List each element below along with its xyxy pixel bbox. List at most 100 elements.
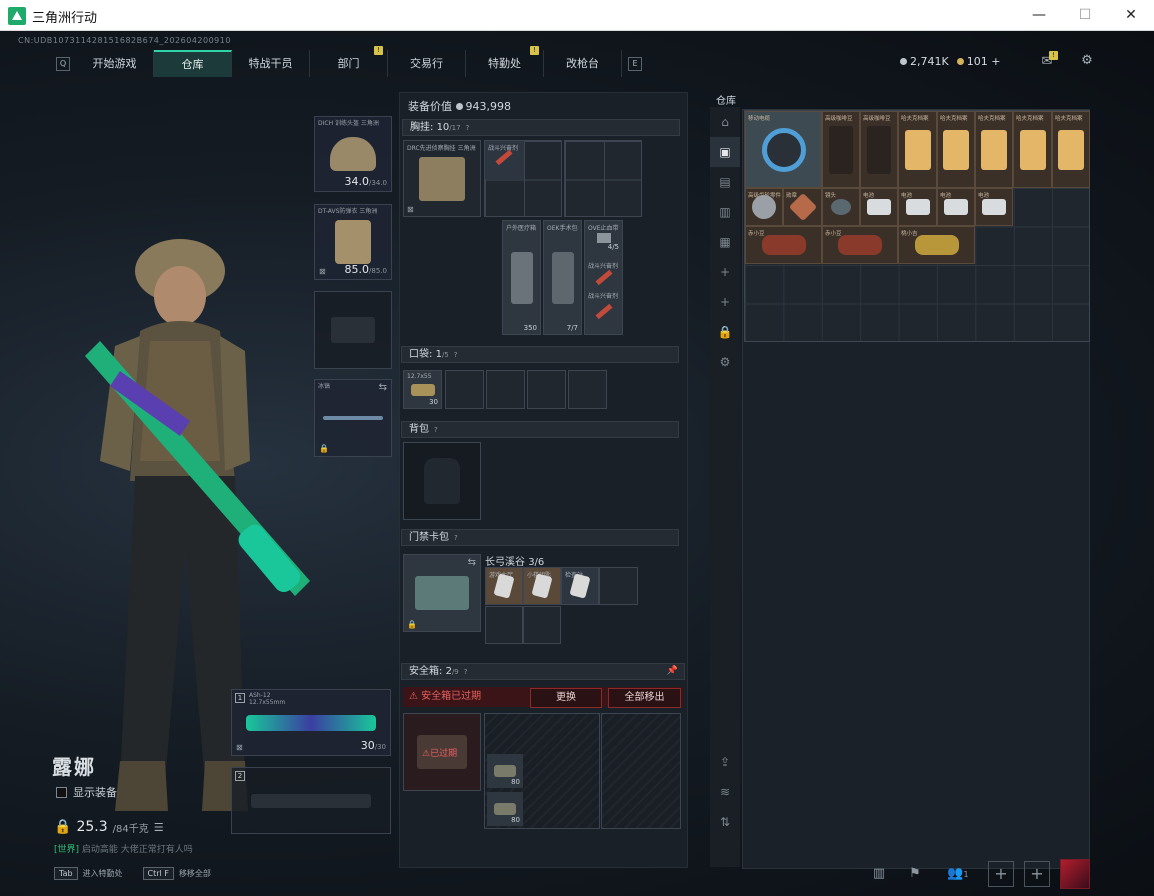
sidebar-page-4-icon[interactable]: ▦ — [710, 227, 740, 257]
window-titlebar: 三角洲行动 — ☐ ✕ — [0, 0, 1154, 31]
settings-gear-icon[interactable]: ⚙ — [1078, 53, 1096, 69]
warehouse-item[interactable]: 高级齿轮零件 — [745, 188, 783, 226]
nav-next-key[interactable]: E — [628, 56, 642, 71]
tourniquet-item[interactable]: OVE止血带 4/5 战斗兴奋剂 战斗兴奋剂 — [584, 220, 623, 335]
warehouse-grid[interactable]: 移动电缆 高级咖啡豆 高级咖啡豆 哈夫克档案 哈夫克档案 哈夫克档案 哈夫克档案… — [744, 110, 1090, 342]
warehouse-item[interactable]: 高级咖啡豆 — [860, 111, 898, 188]
swap-icon[interactable]: ⇆ — [379, 382, 387, 393]
sidebar-page-2-icon[interactable]: ▤ — [710, 167, 740, 197]
minimize-button[interactable]: — — [1016, 0, 1062, 31]
warehouse-item[interactable]: 赤小豆 — [745, 226, 822, 264]
helmet-slot[interactable]: DICH 训练头盔 三角洲 34.0/34.0 — [314, 116, 392, 192]
tab-gunsmith[interactable]: 改枪台 — [544, 50, 622, 77]
sidebar-page-1-icon[interactable]: ▣ — [710, 137, 740, 167]
tab-start-game[interactable]: 开始游戏 — [76, 50, 154, 77]
pocket-slot-empty[interactable] — [527, 370, 566, 409]
warehouse-item[interactable]: 哈夫克档案 — [1013, 111, 1052, 188]
secondary-weapon-slot[interactable]: 2 — [231, 767, 391, 834]
warehouse-item[interactable]: 桃小吉 — [898, 226, 975, 264]
warehouse-item[interactable]: 电池 — [975, 188, 1013, 226]
chat-line[interactable]: [世界] 启动高能 大佬正常打有人吗 — [54, 842, 193, 855]
chest-grid-1[interactable]: 战斗兴奋剂 — [484, 140, 562, 217]
safe-ammo-item[interactable]: 80 — [487, 792, 523, 826]
warehouse-item[interactable]: 哈夫克档案 — [937, 111, 975, 188]
gold-currency[interactable]: 101 + — [956, 55, 1000, 68]
show-equipment-toggle[interactable]: 显示装备 — [56, 784, 117, 800]
help-icon[interactable]: ? — [434, 423, 438, 438]
pocket-slot-empty[interactable] — [486, 370, 525, 409]
settings-gear-icon[interactable]: ⚙ — [710, 347, 740, 377]
keycard-item[interactable]: 游戏大厅 — [485, 567, 523, 605]
help-icon[interactable]: ? — [464, 665, 468, 680]
layers-icon[interactable]: ≋ — [710, 777, 740, 807]
add-teammate-button[interactable]: + — [988, 861, 1014, 887]
keycard-case-item[interactable]: ⇆ 🔒 — [403, 554, 481, 632]
add-gold-button[interactable]: + — [991, 55, 1000, 68]
keycard-item[interactable]: 小楼钥匙 — [523, 567, 561, 605]
equipment-value: 装备价值 943,998 — [408, 98, 511, 114]
hotkey-special-ops[interactable]: Tab 进入特勤处 — [54, 867, 123, 880]
chest-grid-2[interactable] — [564, 140, 642, 217]
keycard-slot-empty[interactable] — [485, 606, 523, 644]
safebox-grid[interactable]: 80 80 — [484, 713, 600, 829]
armor-slot[interactable]: DT-AVS防弹衣 三角洲 ⊠ 85.0/85.0 — [314, 204, 392, 280]
keycard-slot-empty[interactable] — [599, 567, 638, 605]
backpack-placeholder-icon — [424, 458, 460, 504]
flag-icon[interactable]: ⚑ — [902, 861, 928, 887]
move-all-out-button[interactable]: 全部移出 — [608, 688, 681, 708]
add-teammate-button[interactable]: + — [1024, 861, 1050, 887]
nav-prev-key[interactable]: Q — [56, 56, 70, 71]
pocket-slot-empty[interactable] — [568, 370, 607, 409]
warehouse-item[interactable]: 电池 — [860, 188, 898, 226]
help-icon[interactable]: ? — [454, 348, 458, 363]
keycard-item[interactable]: 检查站 — [561, 567, 599, 605]
swap-icon[interactable]: ⇆ — [468, 557, 476, 568]
primary-weapon-slot[interactable]: 1 ASh-12 12.7x55mm ⊠ 30/30 — [231, 689, 391, 756]
stim-item[interactable]: 战斗兴奋剂 — [485, 141, 524, 179]
hotkey-move-all[interactable]: Ctrl F 移移全部 — [142, 867, 211, 880]
chest-rig-item[interactable]: DRC先进侦察胸挂 三角洲 ⊠ — [403, 140, 481, 217]
safebox-item[interactable]: ⚠已过期 — [403, 713, 481, 791]
medkit-item[interactable]: 户外医疗箱 350 — [502, 220, 541, 335]
warehouse-item[interactable]: 移动电缆 — [745, 111, 822, 188]
pocket-slot-empty[interactable] — [445, 370, 484, 409]
warehouse-item[interactable]: 哈夫克档案 — [898, 111, 937, 188]
avatar[interactable] — [1060, 859, 1090, 889]
sidebar-page-3-icon[interactable]: ▥ — [710, 197, 740, 227]
stats-icon[interactable]: ▥ — [866, 861, 892, 887]
sidebar-all-icon[interactable]: ⌂ — [710, 107, 740, 137]
tab-trading[interactable]: 交易行 — [388, 50, 466, 77]
warehouse-item[interactable]: 赤小豆 — [822, 226, 898, 264]
help-icon[interactable]: ? — [466, 121, 470, 136]
sort-icon[interactable]: ⇅ — [710, 807, 740, 837]
pin-icon[interactable]: 📌 — [667, 664, 678, 679]
warehouse-item[interactable]: 哈夫克档案 — [1052, 111, 1090, 188]
tab-operators[interactable]: 特战干员 — [232, 50, 310, 77]
warehouse-item[interactable]: 哈夫克档案 — [975, 111, 1013, 188]
team-button[interactable]: 👥1 — [938, 861, 978, 887]
tab-department[interactable]: 部门! — [310, 46, 388, 77]
lock-icon[interactable]: 🔒 — [710, 317, 740, 347]
warehouse-item[interactable]: 高级咖啡豆 — [822, 111, 860, 188]
warehouse-item[interactable]: 电池 — [898, 188, 937, 226]
keycard-slot-empty[interactable] — [523, 606, 561, 644]
replace-safebox-button[interactable]: 更换 — [530, 688, 602, 708]
add-page-icon[interactable]: + — [710, 257, 740, 287]
list-icon[interactable]: ☰ — [154, 821, 164, 834]
tab-special-ops[interactable]: 特勤处! — [466, 46, 544, 77]
warehouse-item[interactable]: 镜头 — [822, 188, 860, 226]
upload-icon[interactable]: ⇪ — [710, 747, 740, 777]
warehouse-item[interactable]: 电池 — [937, 188, 975, 226]
tab-warehouse[interactable]: 仓库 — [154, 50, 232, 77]
pistol-slot-empty[interactable] — [314, 291, 392, 369]
close-button[interactable]: ✕ — [1108, 0, 1154, 31]
maximize-button[interactable]: ☐ — [1062, 0, 1108, 31]
pocket-ammo-item[interactable]: 12.7x55 30 — [403, 370, 442, 409]
checkbox[interactable] — [56, 786, 67, 798]
help-icon[interactable]: ? — [454, 531, 458, 546]
surgery-kit-item[interactable]: OEK手术包 7/7 — [543, 220, 582, 335]
melee-slot[interactable]: 冰镐 ⇆ 🔒 — [314, 379, 392, 457]
safe-ammo-item[interactable]: 80 — [487, 754, 523, 788]
backpack-slot-empty[interactable] — [403, 442, 481, 520]
warehouse-item[interactable]: 勋章 — [783, 188, 822, 226]
